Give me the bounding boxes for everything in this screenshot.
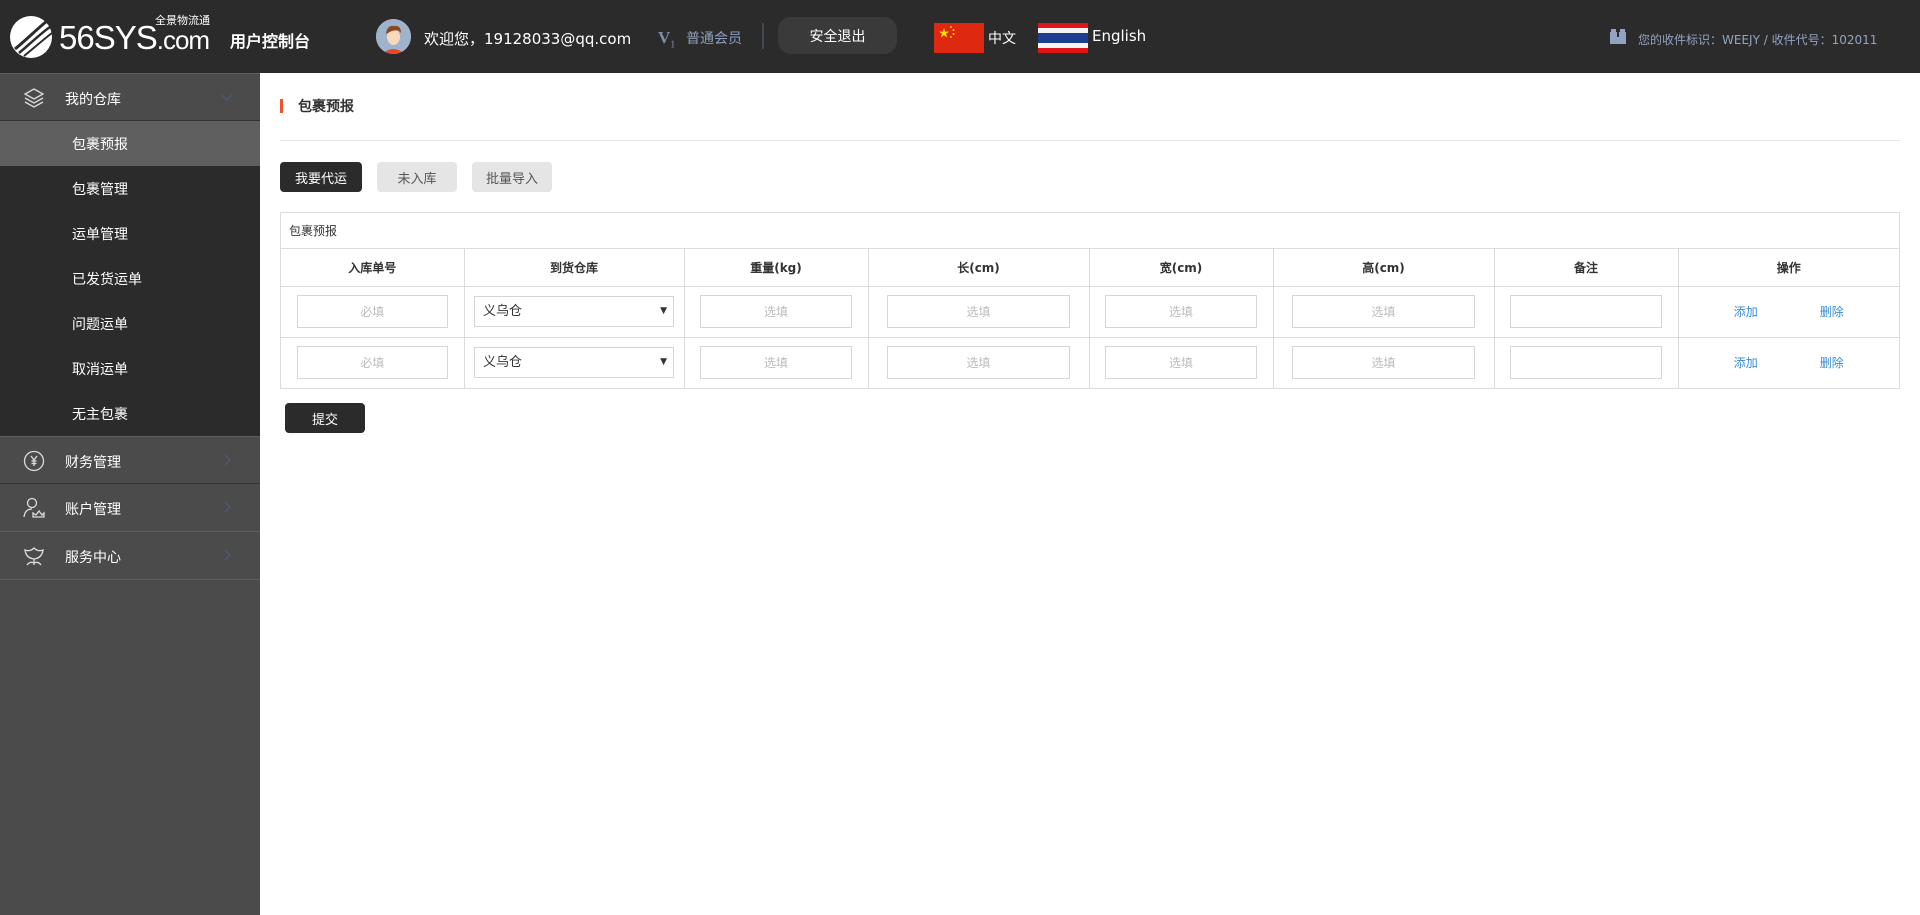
sidebar-group-label: 我的仓库 bbox=[65, 92, 121, 108]
remark-input[interactable] bbox=[1510, 295, 1662, 328]
column-header-order-no: 入库单号 bbox=[281, 249, 465, 287]
height-input[interactable] bbox=[1292, 295, 1475, 328]
length-input[interactable] bbox=[887, 346, 1070, 380]
column-header-length: 长(cm) bbox=[868, 249, 1090, 287]
page-title-block: 包裹预报 bbox=[280, 99, 354, 115]
width-input[interactable] bbox=[1105, 295, 1257, 328]
sidebar-group-label: 账户管理 bbox=[65, 502, 121, 518]
chevron-right-icon bbox=[224, 454, 231, 466]
receive-identifier: 您的收件标识：WEEJY / 收件代号：102011 bbox=[1638, 33, 1878, 47]
logo-domain: .com bbox=[156, 24, 210, 55]
logo-text: 56SYS bbox=[59, 18, 158, 56]
tab-ship-for-me[interactable]: 我要代运 bbox=[280, 162, 362, 192]
remark-input[interactable] bbox=[1510, 346, 1662, 380]
add-row-link[interactable]: 添加 bbox=[1734, 303, 1758, 320]
weight-input[interactable] bbox=[700, 295, 852, 328]
thailand-flag-icon[interactable] bbox=[1038, 23, 1088, 53]
chevron-down-icon bbox=[221, 94, 233, 101]
header-divider bbox=[762, 23, 764, 49]
lotus-icon bbox=[24, 547, 44, 566]
yen-circle-icon bbox=[23, 450, 45, 472]
sidebar-item-parcel-forecast[interactable]: 包裹预报 bbox=[0, 121, 260, 166]
sidebar-submenu-warehouse: 包裹预报 包裹管理 运单管理 已发货运单 问题运单 取消运单 无主包裹 bbox=[0, 121, 260, 436]
console-title: 用户控制台 bbox=[230, 32, 311, 51]
user-icon bbox=[23, 497, 45, 518]
logo-mark-icon bbox=[10, 16, 53, 58]
top-header: 56SYS.com 全景物流通 用户控制台 欢迎您，19128033@qq.co… bbox=[0, 0, 1920, 73]
china-flag-icon[interactable] bbox=[934, 23, 984, 53]
table-header-row: 入库单号 到货仓库 重量(kg) 长(cm) 宽(cm) 高(cm) 备注 操作 bbox=[281, 249, 1899, 287]
logo-subtitle: 全景物流通 bbox=[155, 14, 210, 27]
member-level-icon: V1 bbox=[658, 28, 675, 50]
warehouse-select[interactable]: 义乌仓 ▼ bbox=[474, 296, 674, 327]
warehouse-selected-value: 义乌仓 bbox=[483, 355, 523, 371]
weight-input[interactable] bbox=[700, 346, 852, 380]
sidebar-item-unclaimed-parcels[interactable]: 无主包裹 bbox=[0, 391, 260, 436]
sidebar-item-problem-waybills[interactable]: 问题运单 bbox=[0, 301, 260, 346]
column-header-warehouse: 到货仓库 bbox=[464, 249, 685, 287]
layers-icon bbox=[23, 88, 45, 108]
column-header-actions: 操作 bbox=[1678, 249, 1899, 287]
sidebar-group-warehouse[interactable]: 我的仓库 bbox=[0, 73, 260, 121]
sidebar-group-finance[interactable]: 财务管理 bbox=[0, 436, 260, 484]
row-actions: 添加 删除 bbox=[1679, 303, 1900, 320]
column-header-height: 高(cm) bbox=[1273, 249, 1495, 287]
row-actions: 添加 删除 bbox=[1679, 354, 1900, 371]
sidebar-item-parcel-management[interactable]: 包裹管理 bbox=[0, 166, 260, 211]
warehouse-selected-value: 义乌仓 bbox=[483, 304, 523, 319]
forecast-panel: 包裹预报 入库单号 到货仓库 重量(kg) 长(cm) 宽(cm) 高(cm) … bbox=[280, 212, 1900, 389]
tab-not-in-warehouse[interactable]: 未入库 bbox=[377, 162, 457, 192]
member-level-label: 普通会员 bbox=[686, 31, 742, 47]
add-row-link[interactable]: 添加 bbox=[1734, 354, 1758, 371]
sidebar-item-waybill-management[interactable]: 运单管理 bbox=[0, 211, 260, 256]
title-divider bbox=[280, 140, 1900, 141]
member-level-number: 1 bbox=[670, 39, 676, 51]
member-level-letter: V bbox=[658, 28, 671, 47]
width-input[interactable] bbox=[1105, 346, 1257, 380]
page-title: 包裹预报 bbox=[298, 99, 354, 115]
height-input[interactable] bbox=[1292, 346, 1475, 380]
language-english[interactable]: English bbox=[1092, 27, 1146, 45]
language-chinese[interactable]: 中文 bbox=[988, 28, 1016, 48]
sidebar-item-cancelled-waybills[interactable]: 取消运单 bbox=[0, 346, 260, 391]
sidebar: 我的仓库 包裹预报 包裹管理 运单管理 已发货运单 问题运单 取消运单 无主包裹… bbox=[0, 73, 260, 915]
sidebar-item-shipped-waybills[interactable]: 已发货运单 bbox=[0, 256, 260, 301]
delete-row-link[interactable]: 删除 bbox=[1820, 303, 1844, 320]
order-no-input[interactable] bbox=[296, 295, 448, 328]
sidebar-group-label: 财务管理 bbox=[65, 455, 121, 471]
tab-batch-import[interactable]: 批量导入 bbox=[472, 162, 552, 192]
chevron-right-icon bbox=[224, 549, 231, 561]
table-row: 义乌仓 ▼ 添加 删除 bbox=[281, 286, 1900, 338]
avatar[interactable] bbox=[376, 19, 411, 54]
sidebar-group-service[interactable]: 服务中心 bbox=[0, 532, 260, 580]
forecast-table: 入库单号 到货仓库 重量(kg) 长(cm) 宽(cm) 高(cm) 备注 操作… bbox=[281, 249, 1899, 388]
dropdown-caret-icon: ▼ bbox=[660, 357, 667, 368]
welcome-text: 欢迎您，19128033@qq.com bbox=[424, 30, 632, 48]
length-input[interactable] bbox=[887, 295, 1070, 328]
column-header-remark: 备注 bbox=[1494, 249, 1679, 287]
warehouse-select[interactable]: 义乌仓 ▼ bbox=[474, 347, 674, 379]
logout-button[interactable]: 安全退出 bbox=[778, 17, 897, 54]
main-content: 包裹预报 我要代运 未入库 批量导入 包裹预报 入库单号 到货仓库 重量(kg)… bbox=[260, 73, 1920, 915]
order-no-input[interactable] bbox=[296, 346, 448, 380]
column-header-weight: 重量(kg) bbox=[684, 249, 869, 287]
title-accent-bar bbox=[280, 99, 283, 113]
sidebar-group-account[interactable]: 账户管理 bbox=[0, 484, 260, 532]
package-box-icon bbox=[1610, 29, 1626, 44]
submit-button[interactable]: 提交 bbox=[285, 403, 365, 433]
chevron-right-icon bbox=[224, 501, 231, 513]
avatar-icon bbox=[376, 19, 411, 54]
tab-bar: 我要代运 未入库 批量导入 bbox=[280, 162, 552, 192]
table-row: 义乌仓 ▼ 添加 删除 bbox=[281, 337, 1899, 388]
panel-title: 包裹预报 bbox=[281, 213, 1899, 249]
delete-row-link[interactable]: 删除 bbox=[1820, 354, 1844, 371]
dropdown-caret-icon: ▼ bbox=[660, 306, 667, 316]
column-header-width: 宽(cm) bbox=[1089, 249, 1274, 287]
sidebar-group-label: 服务中心 bbox=[65, 550, 121, 566]
